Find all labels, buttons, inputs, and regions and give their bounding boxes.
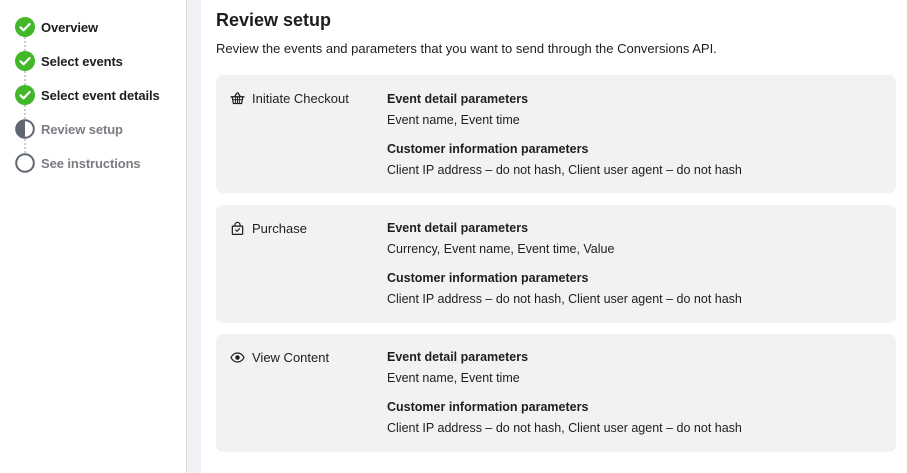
step-connector (24, 71, 26, 85)
step-label: Select event details (41, 87, 160, 103)
step-connector (24, 139, 26, 153)
review-setup-panel: Review setup Review the events and param… (216, 0, 896, 473)
setup-steps-sidebar: Overview Select events Select event deta… (0, 0, 187, 473)
event-title: View Content (230, 350, 329, 365)
check-circle-icon (15, 85, 35, 105)
step-select-event-details[interactable]: Select event details (15, 85, 160, 105)
event-detail-values: Currency, Event name, Event time, Value (387, 242, 615, 256)
customer-info-values: Client IP address – do not hash, Client … (387, 421, 742, 435)
shopping-bag-icon (231, 221, 244, 236)
step-overview[interactable]: Overview (15, 17, 98, 37)
customer-info-values: Client IP address – do not hash, Client … (387, 163, 742, 177)
event-name: Initiate Checkout (252, 91, 349, 106)
eye-icon (230, 352, 245, 363)
customer-info-heading: Customer information parameters (387, 271, 589, 285)
event-card-initiate-checkout: Initiate Checkout Event detail parameter… (216, 75, 896, 193)
step-label: Review setup (41, 121, 123, 137)
step-see-instructions[interactable]: See instructions (15, 153, 141, 173)
event-title: Initiate Checkout (230, 91, 349, 106)
basket-icon (230, 92, 245, 105)
event-detail-heading: Event detail parameters (387, 221, 529, 235)
event-name: View Content (252, 350, 330, 365)
step-label: Select events (41, 53, 123, 69)
event-detail-values: Event name, Event time (387, 371, 520, 385)
event-card-view-content: View Content Event detail parameters Eve… (216, 334, 896, 452)
step-label: Overview (41, 19, 99, 35)
customer-info-heading: Customer information parameters (387, 400, 589, 414)
step-connector (24, 37, 26, 51)
check-circle-icon (15, 51, 35, 71)
step-label: See instructions (41, 155, 141, 171)
event-name: Purchase (252, 221, 307, 236)
step-select-events[interactable]: Select events (15, 51, 123, 71)
check-circle-icon (15, 17, 35, 37)
half-circle-icon (15, 119, 35, 139)
page-title: Review setup (216, 10, 332, 30)
event-card-purchase: Purchase Event detail parameters Currenc… (216, 205, 896, 323)
customer-info-heading: Customer information parameters (387, 142, 589, 156)
event-detail-heading: Event detail parameters (387, 92, 529, 106)
event-detail-heading: Event detail parameters (387, 350, 529, 364)
event-title: Purchase (230, 221, 307, 236)
customer-info-values: Client IP address – do not hash, Client … (387, 292, 742, 306)
empty-circle-icon (15, 153, 35, 173)
event-detail-values: Event name, Event time (387, 113, 520, 127)
divider-gutter (187, 0, 201, 473)
page-description: Review the events and parameters that yo… (216, 41, 717, 56)
step-connector (24, 105, 26, 119)
step-review-setup[interactable]: Review setup (15, 119, 123, 139)
